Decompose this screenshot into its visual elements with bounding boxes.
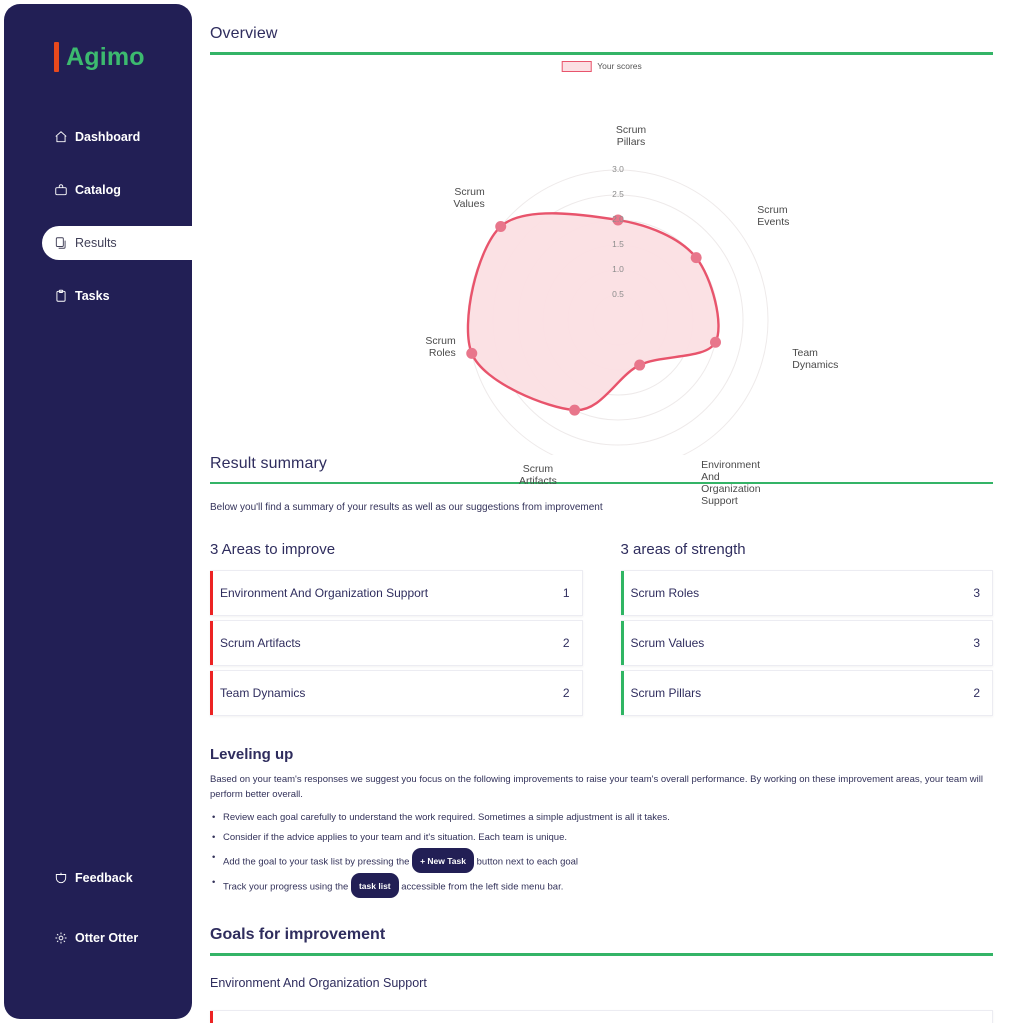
radar-svg [466,169,769,455]
table-row[interactable]: Scrum Pillars 2 [620,670,993,716]
sidebar-item-results[interactable]: Results [42,226,202,260]
area-label: Team Dynamics [220,686,306,700]
sidebar-item-catalog[interactable]: Catalog [4,173,192,207]
mask-icon [52,871,70,885]
sidebar-item-label: Feedback [75,871,133,885]
copy-icon [52,236,70,250]
result-summary-title: Result summary [210,454,327,472]
leveling-up-paragraph: Based on your team's responses we sugges… [210,774,983,800]
table-row[interactable]: Environment And Organization Support 1 [210,570,583,616]
brand-name: Agimo [66,42,145,71]
section-divider [210,953,993,956]
area-label: Scrum Artifacts [220,636,301,650]
areas-of-strength-column: 3 areas of strength Scrum Roles 3 Scrum … [620,541,993,720]
area-label: Scrum Roles [630,586,700,600]
area-score: 2 [973,686,980,700]
new-task-button[interactable]: + New Task [412,848,474,873]
sidebar: Agimo Dashboard Catalog Results Tasks Fe… [4,4,202,1019]
home-icon [52,130,70,144]
area-score: 3 [973,636,980,650]
area-label: Scrum Values [630,636,705,650]
sidebar-item-label: Results [75,236,117,250]
radar-tick-label: 1.5 [612,238,624,249]
area-score: 2 [562,686,570,700]
briefcase-icon [52,183,70,197]
area-score: 2 [562,636,570,650]
radar-axis-label: Environment And Organization Support [701,458,761,507]
radar-tick-label: 2.5 [612,188,624,199]
sidebar-item-label: Dashboard [75,130,141,144]
sidebar-item-dashboard[interactable]: Dashboard [4,120,192,154]
areas-to-improve-title: 3 Areas to improve [210,541,336,558]
radar-axis-label: Scrum Pillars [615,123,647,148]
section-divider [210,481,993,484]
bullet-text-post: accessible from the left side menu bar. [401,881,564,893]
page-title: Overview [210,25,278,42]
table-row[interactable]: Scrum Roles 3 [620,570,993,616]
radar-axis-label: Scrum Events [757,203,790,228]
goals-title: Goals for improvement [210,926,386,943]
leveling-up-title: Leveling up [210,746,294,763]
area-label: Scrum Pillars [630,686,702,700]
clipboard-icon [52,289,70,303]
radar-chart: Your scores 0.5 1.0 1.5 2.0 2.5 3.0 Scrum Pil… [210,55,993,507]
overview-section: Overview [210,0,993,55]
areas-of-strength-title: 3 areas of strength [620,541,746,558]
sidebar-item-account[interactable]: Otter Otter [4,921,192,955]
list-item: Review each goal carefully to understand… [210,808,993,828]
sidebar-item-tasks[interactable]: Tasks [4,279,192,313]
goal-card: Work with management to get support for … [210,1009,993,1023]
area-score: 1 [562,586,570,600]
radar-axis-label: Scrum Artifacts [518,462,557,487]
brand-accent-bar [54,42,59,72]
sidebar-item-feedback[interactable]: Feedback [4,861,192,895]
radar-tick-label: 0.5 [612,288,624,299]
table-row[interactable]: Team Dynamics 2 [210,670,583,716]
radar-axis-label: Scrum Values [453,185,485,210]
sidebar-nav: Dashboard Catalog Results Tasks [4,120,202,332]
list-item: Track your progress using the task list … [210,873,993,898]
table-row[interactable]: Scrum Values 3 [620,620,993,666]
summary-columns: 3 Areas to improve Environment And Organ… [210,541,993,720]
radar-axis-label: Scrum Roles [425,334,456,359]
result-summary-description: Below you'll find a summary of your resu… [210,502,603,513]
main-content: Overview Your scores 0.5 1.0 1.5 2.0 2.5 3.0 … [192,0,1024,1023]
bullet-text: Review each goal carefully to understand… [223,812,670,823]
radar-tick-label: 3.0 [612,163,624,174]
radar-tick-label: 1.0 [612,263,624,274]
bullet-text-post: button next to each goal [476,856,579,868]
sidebar-item-label: Tasks [75,289,110,303]
result-summary-section: Result summary Below you'll find a summa… [210,455,993,721]
table-row[interactable]: Scrum Artifacts 2 [210,620,583,666]
app-root: Agimo Dashboard Catalog Results Tasks Fe… [0,0,1024,1023]
leveling-up-section: Leveling up Based on your team's respons… [210,746,993,898]
radar-axis-label: Team Dynamics [792,346,839,371]
bullet-text: Consider if the advice applies to your t… [223,832,568,843]
goals-section: Goals for improvement Environment And Or… [210,926,993,1023]
sidebar-bottom-nav: Feedback Otter Otter [4,861,192,981]
bullet-text-pre: Add the goal to your task list by pressi… [223,856,410,868]
brand-logo[interactable]: Agimo [54,42,192,72]
gear-icon [52,931,70,945]
list-item: Add the goal to your task list by pressi… [210,848,993,873]
sidebar-item-label: Catalog [75,183,121,197]
goal-category: Environment And Organization Support [210,975,427,990]
radar-tick-label: 2.0 [612,213,624,224]
bullet-text-pre: Track your progress using the [223,881,349,893]
areas-to-improve-column: 3 Areas to improve Environment And Organ… [210,541,583,720]
leveling-up-bullets: Review each goal carefully to understand… [210,808,993,898]
list-item: Consider if the advice applies to your t… [210,828,993,848]
sidebar-item-label: Otter Otter [75,931,139,945]
task-list-button[interactable]: task list [350,873,399,898]
area-score: 3 [973,586,980,600]
area-label: Environment And Organization Support [220,586,429,600]
